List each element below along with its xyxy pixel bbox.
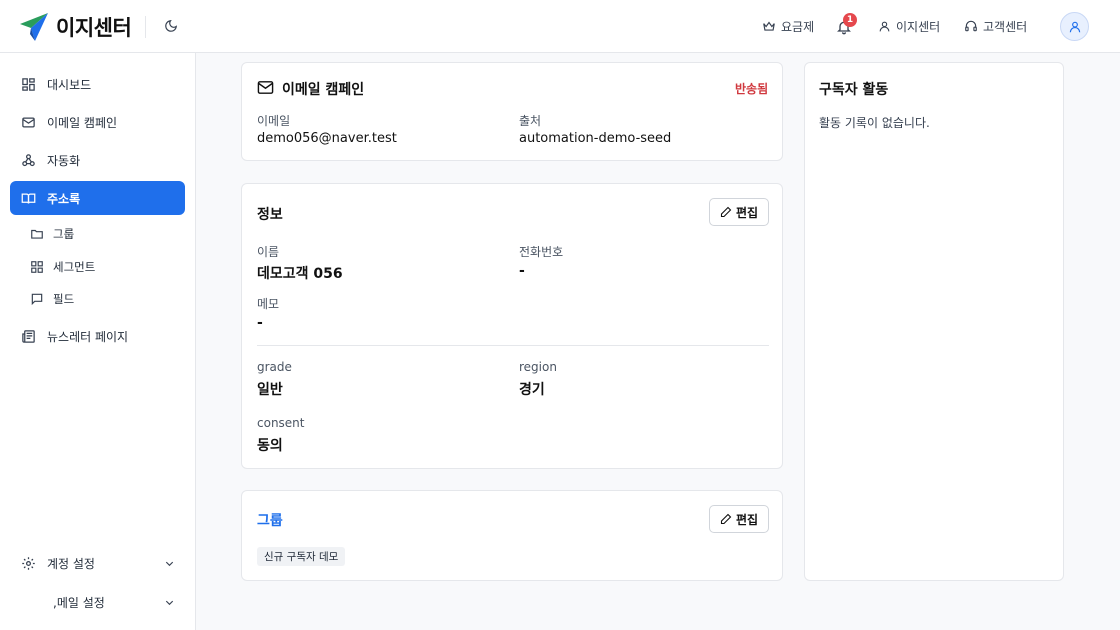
group-card: 그룹 편집 신규 구독자 데모 xyxy=(241,490,783,581)
brand-logo[interactable]: 이지센터 xyxy=(20,12,132,42)
region-label: region xyxy=(519,360,557,374)
info-edit-button[interactable]: 편집 xyxy=(709,198,769,226)
pencil-icon xyxy=(720,513,732,525)
header-divider xyxy=(145,16,146,38)
source-label: 출처 xyxy=(519,114,542,128)
activity-empty-text: 활동 기록이 없습니다. xyxy=(819,116,930,130)
gear-icon xyxy=(22,556,35,570)
phone-value: - xyxy=(519,263,525,279)
webhook-icon xyxy=(22,153,35,166)
mail-icon xyxy=(257,81,274,94)
source-value: automation-demo-seed xyxy=(519,131,672,146)
sidebar-item-dashboard[interactable]: 대시보드 xyxy=(10,67,185,101)
paper-plane-logo-icon xyxy=(20,13,48,41)
sidebar-item-label: 대시보드 xyxy=(47,77,92,92)
email-value: demo056@naver.test xyxy=(257,131,397,146)
email-settings-label: ,메일 설정 xyxy=(53,595,105,610)
sidebar-item-label: 자동화 xyxy=(47,153,81,168)
sidebar-account-settings[interactable]: 계정 설정 xyxy=(10,548,185,578)
sidebar-subitem-label: 필드 xyxy=(53,292,75,306)
grade-label: grade xyxy=(257,360,292,374)
folder-icon xyxy=(31,229,43,239)
edit-label: 편집 xyxy=(735,205,759,220)
consent-value: 동의 xyxy=(257,438,283,454)
pricing-link[interactable]: 요금제 xyxy=(762,16,814,36)
sidebar-item-email-campaign[interactable]: 이메일 캠페인 xyxy=(10,105,185,139)
account-label: 이지센터 xyxy=(896,19,941,34)
chevron-down-icon xyxy=(165,561,174,567)
mail-icon xyxy=(22,117,35,127)
info-card-title: 정보 xyxy=(257,207,283,223)
sidebar-item-newsletter-page[interactable]: 뉴스레터 페이지 xyxy=(10,319,185,353)
sidebar-item-label: 이메일 캠페인 xyxy=(47,115,118,130)
dashboard-icon xyxy=(22,77,35,91)
info-card: 정보 편집 이름 데모고객 056 전화번호 - 메모 - grade 일반 r… xyxy=(241,183,783,469)
sidebar: 대시보드 이메일 캠페인 자동화 주소록 그룹 세그먼트 필드 뉴스레터 페이지… xyxy=(0,53,196,630)
account-settings-label: 계정 설정 xyxy=(47,556,95,571)
sidebar-subitem-groups[interactable]: 그룹 xyxy=(30,221,180,247)
chevron-down-icon xyxy=(165,600,174,606)
campaign-card-title: 이메일 캠페인 xyxy=(282,82,365,98)
status-badge: 반송됨 xyxy=(735,82,769,96)
book-icon xyxy=(21,193,36,204)
newspaper-icon xyxy=(22,329,35,343)
sidebar-subitem-label: 세그먼트 xyxy=(53,260,96,274)
memo-value: - xyxy=(257,315,263,331)
sidebar-item-label: 주소록 xyxy=(47,191,81,206)
consent-label: consent xyxy=(257,416,305,430)
name-value: 데모고객 056 xyxy=(257,266,343,282)
sidebar-email-settings[interactable]: ,메일 설정 xyxy=(10,587,185,617)
sidebar-item-address-book[interactable]: 주소록 xyxy=(10,181,185,215)
subscriber-activity-card: 구독자 활동 활동 기록이 없습니다. xyxy=(804,62,1064,581)
brand-name: 이지센터 xyxy=(56,16,132,40)
email-campaign-card: 이메일 캠페인 반송됨 이메일 demo056@naver.test 출처 au… xyxy=(241,62,783,161)
support-label: 고객센터 xyxy=(983,19,1028,34)
support-link[interactable]: 고객센터 xyxy=(964,16,1027,36)
user-avatar[interactable] xyxy=(1060,12,1089,41)
region-value: 경기 xyxy=(519,382,545,398)
theme-toggle-button[interactable] xyxy=(162,17,180,35)
group-card-title: 그룹 xyxy=(257,513,283,529)
group-edit-button[interactable]: 편집 xyxy=(709,505,769,533)
grid-icon xyxy=(31,261,43,273)
sidebar-subitem-fields[interactable]: 필드 xyxy=(30,286,180,312)
top-header: 이지센터 요금제 1 이지센터 고객센터 xyxy=(0,0,1120,53)
memo-label: 메모 xyxy=(257,297,280,311)
edit-label: 편집 xyxy=(735,512,759,527)
name-label: 이름 xyxy=(257,245,280,259)
account-link[interactable]: 이지센터 xyxy=(878,16,940,36)
phone-label: 전화번호 xyxy=(519,245,564,259)
user-icon xyxy=(879,21,890,31)
pencil-icon xyxy=(720,206,732,218)
avatar-user-icon xyxy=(1069,21,1080,32)
sidebar-item-automation[interactable]: 자동화 xyxy=(10,143,185,177)
message-icon xyxy=(31,293,43,306)
notification-count-badge: 1 xyxy=(843,13,857,27)
moon-icon xyxy=(165,20,177,32)
headset-icon xyxy=(965,20,977,32)
crown-icon xyxy=(763,21,775,31)
pricing-label: 요금제 xyxy=(781,19,815,34)
group-tag: 신규 구독자 데모 xyxy=(257,547,346,566)
sidebar-subitem-label: 그룹 xyxy=(53,227,75,241)
info-divider xyxy=(257,345,769,346)
email-label: 이메일 xyxy=(257,114,291,128)
grade-value: 일반 xyxy=(257,382,283,398)
sidebar-subitem-segments[interactable]: 세그먼트 xyxy=(30,254,180,280)
sidebar-item-label: 뉴스레터 페이지 xyxy=(47,329,129,344)
activity-card-title: 구독자 활동 xyxy=(819,82,889,98)
